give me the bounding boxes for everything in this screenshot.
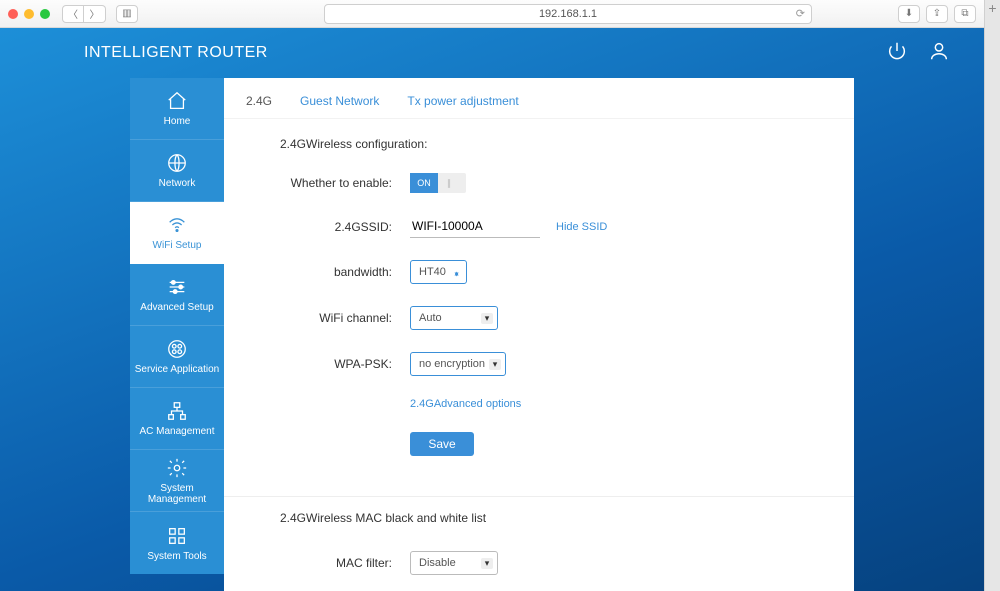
toggle-off-handle: ∥ bbox=[438, 173, 460, 193]
tabs-button[interactable]: ⧉ bbox=[954, 5, 976, 23]
sidebar-item-wifi[interactable]: WiFi Setup bbox=[130, 202, 224, 264]
apps-icon bbox=[166, 338, 188, 360]
label-enable: Whether to enable: bbox=[280, 176, 410, 190]
zoom-window[interactable] bbox=[40, 9, 50, 19]
bandwidth-select[interactable]: HT40 bbox=[410, 260, 467, 284]
tab-guest[interactable]: Guest Network bbox=[300, 94, 379, 108]
sidebar-toggle[interactable]: ▥ bbox=[116, 5, 138, 23]
sliders-icon bbox=[166, 276, 188, 298]
sidebar-item-label: System Management bbox=[130, 483, 224, 505]
address-text: 192.168.1.1 bbox=[539, 8, 597, 20]
power-icon[interactable] bbox=[886, 40, 908, 67]
advanced-options-link[interactable]: 2.4GAdvanced options bbox=[410, 398, 521, 410]
home-icon bbox=[166, 90, 188, 112]
channel-select[interactable]: Auto bbox=[410, 306, 498, 330]
tools-icon bbox=[166, 525, 188, 547]
label-mac-filter: MAC filter: bbox=[280, 556, 410, 570]
ssid-input[interactable] bbox=[410, 215, 540, 238]
label-bandwidth: bandwidth: bbox=[280, 265, 410, 279]
label-ssid: 2.4GSSID: bbox=[280, 220, 410, 234]
reload-icon[interactable]: ⟳ bbox=[796, 7, 805, 20]
save-button[interactable]: Save bbox=[410, 432, 474, 456]
content-pane: 2.4G Guest Network Tx power adjustment 2… bbox=[224, 78, 854, 591]
enable-toggle[interactable]: ON ∥ bbox=[410, 173, 466, 193]
minimize-window[interactable] bbox=[24, 9, 34, 19]
sidebar-item-ac[interactable]: AC Management bbox=[130, 388, 224, 450]
section-title-mac: 2.4GWireless MAC black and white list bbox=[280, 511, 798, 525]
close-window[interactable] bbox=[8, 9, 18, 19]
section-title-wifi: 2.4GWireless configuration: bbox=[280, 137, 798, 151]
wpa-select[interactable]: no encryption bbox=[410, 352, 506, 376]
brand-title: INTELLIGENT ROUTER bbox=[84, 44, 268, 62]
globe-icon bbox=[166, 152, 188, 174]
sidebar-item-service[interactable]: Service Application bbox=[130, 326, 224, 388]
label-channel: WiFi channel: bbox=[280, 311, 410, 325]
mac-filter-select[interactable]: Disable bbox=[410, 551, 498, 575]
address-bar[interactable]: 192.168.1.1 ⟳ bbox=[324, 4, 812, 24]
sidebar-item-label: System Tools bbox=[147, 551, 206, 562]
sidebar-item-network[interactable]: Network bbox=[130, 140, 224, 202]
wifi-icon bbox=[166, 214, 188, 236]
sidebar-item-label: Service Application bbox=[135, 364, 220, 375]
share-button[interactable]: ⇪ bbox=[926, 5, 948, 23]
sidebar-item-label: Home bbox=[164, 116, 191, 127]
forward-button[interactable]: 〉 bbox=[84, 5, 106, 23]
sidebar-item-system-mgmt[interactable]: System Management bbox=[130, 450, 224, 512]
nav-buttons: 〈 〉 bbox=[62, 5, 106, 23]
toggle-on-label: ON bbox=[410, 173, 438, 193]
sidebar-item-label: Network bbox=[159, 178, 196, 189]
tab-bar: 2.4G Guest Network Tx power adjustment bbox=[224, 78, 854, 119]
sidebar-item-home[interactable]: Home bbox=[130, 78, 224, 140]
sidebar-item-label: AC Management bbox=[139, 426, 214, 437]
hide-ssid-link[interactable]: Hide SSID bbox=[556, 221, 607, 233]
sidebar-item-label: WiFi Setup bbox=[153, 240, 202, 251]
sidebar-item-system-tools[interactable]: System Tools bbox=[130, 512, 224, 574]
user-icon[interactable] bbox=[928, 40, 950, 67]
gear-icon bbox=[166, 457, 188, 479]
hierarchy-icon bbox=[166, 400, 188, 422]
window-controls[interactable] bbox=[8, 9, 50, 19]
back-button[interactable]: 〈 bbox=[62, 5, 84, 23]
sidebar-item-label: Advanced Setup bbox=[140, 302, 213, 313]
downloads-button[interactable]: ⬇ bbox=[898, 5, 920, 23]
browser-toolbar: 〈 〉 ▥ 192.168.1.1 ⟳ ⬇ ⇪ ⧉ bbox=[0, 0, 984, 28]
tab-txpower[interactable]: Tx power adjustment bbox=[407, 94, 518, 108]
label-wpa: WPA-PSK: bbox=[280, 357, 410, 371]
sidebar-item-advanced[interactable]: Advanced Setup bbox=[130, 264, 224, 326]
tab-24g[interactable]: 2.4G bbox=[246, 94, 272, 108]
sidebar: Home Network WiFi Setup Advanced Setup bbox=[130, 78, 224, 591]
new-tab-strip[interactable]: + bbox=[984, 0, 1000, 591]
